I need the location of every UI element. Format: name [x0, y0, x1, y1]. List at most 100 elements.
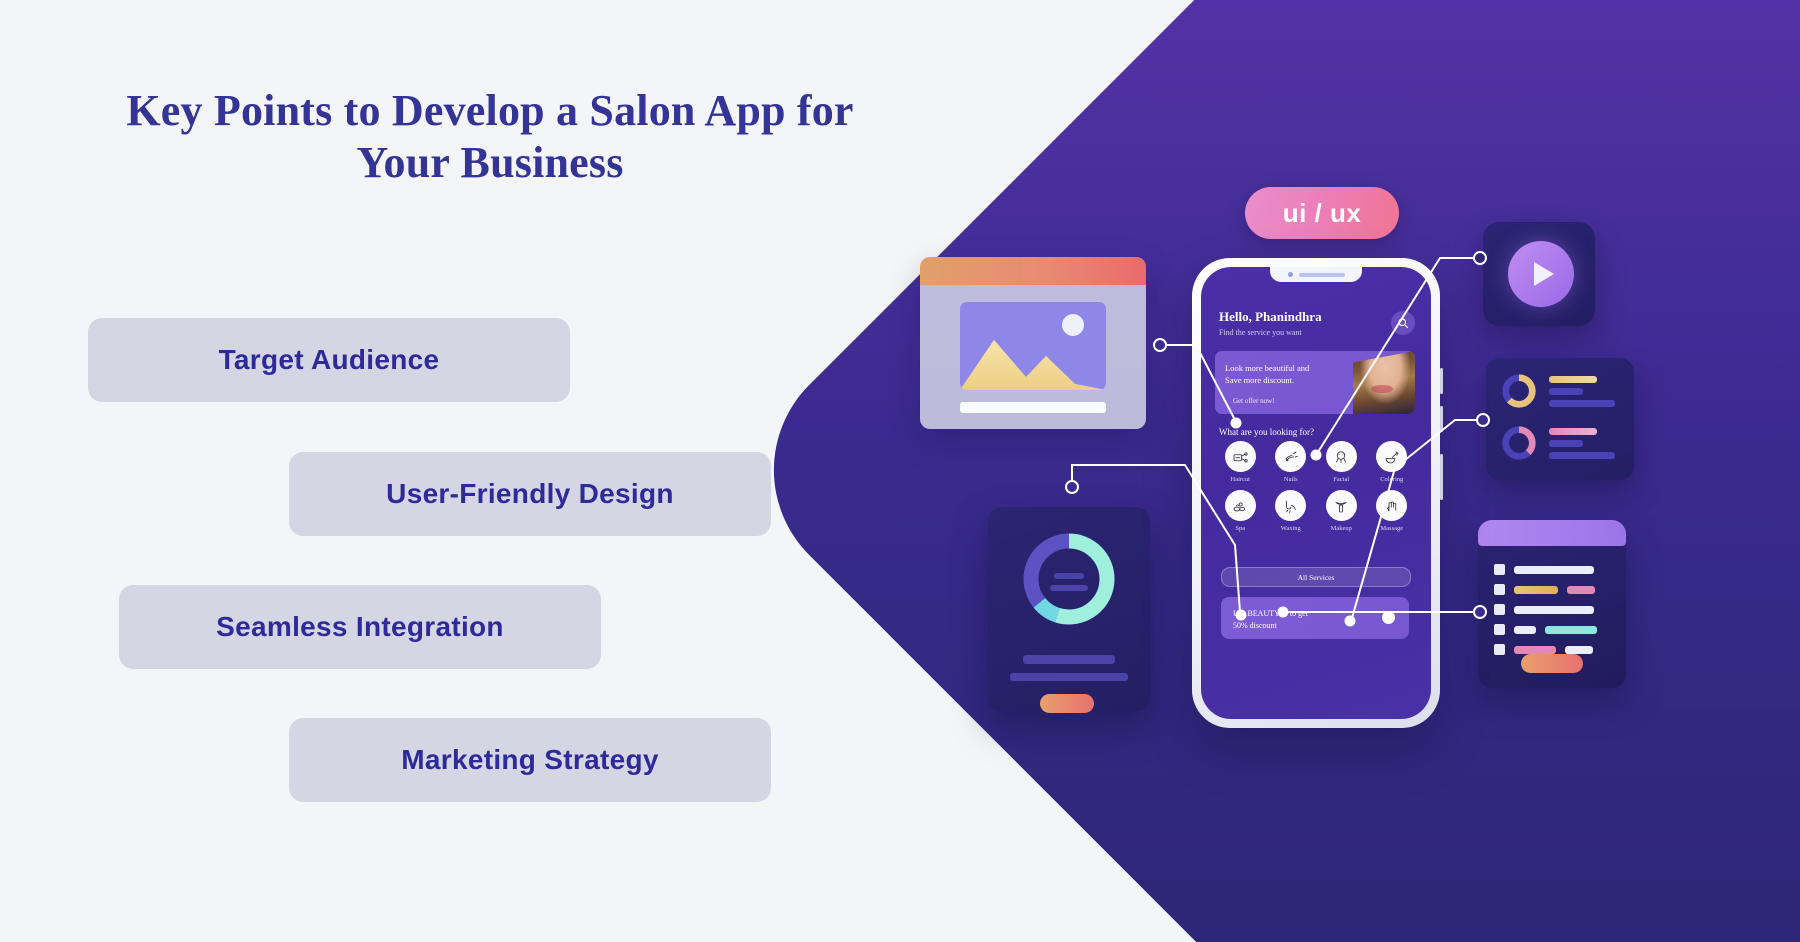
checkbox-icon[interactable]: [1494, 624, 1505, 635]
checkbox-icon[interactable]: [1494, 604, 1505, 615]
service-label: Nails: [1283, 476, 1298, 483]
promo-text: Use BEAUTY20 to get 50% discount: [1233, 608, 1308, 631]
service-item-spa[interactable]: Spa: [1215, 490, 1266, 532]
list-item[interactable]: [1494, 604, 1594, 615]
card-header-bar: [920, 257, 1146, 285]
greeting-block: Hello, Phanindhra Find the service you w…: [1219, 309, 1322, 337]
list-item[interactable]: [1494, 564, 1594, 575]
key-point-label: Seamless Integration: [216, 611, 504, 642]
all-services-button[interactable]: All Services: [1221, 567, 1411, 587]
search-icon[interactable]: [1391, 311, 1415, 335]
service-item-massage[interactable]: Massage: [1367, 490, 1418, 532]
text-bar: [1023, 655, 1115, 664]
key-point-target-audience[interactable]: Target Audience: [88, 318, 570, 402]
caption-bar: [960, 402, 1106, 413]
image-placeholder-icon: [960, 302, 1106, 390]
checkbox-icon[interactable]: [1494, 584, 1505, 595]
key-point-label: Marketing Strategy: [401, 744, 659, 775]
waxing-icon: [1275, 490, 1307, 521]
services-grid: Haircut Nails Facial Coloring Spa Waxing…: [1215, 441, 1417, 539]
spa-icon: [1224, 490, 1256, 521]
stats-bars: [1549, 375, 1615, 407]
service-item-waxing[interactable]: Waxing: [1266, 490, 1317, 532]
bar: [1514, 565, 1594, 574]
phone-volume-button[interactable]: [1440, 368, 1443, 394]
ui-ux-badge: ui / ux: [1245, 187, 1399, 239]
play-icon[interactable]: [1508, 241, 1574, 307]
promo-line-1: Use BEAUTY20 to get: [1233, 609, 1308, 618]
checkbox-icon[interactable]: [1494, 564, 1505, 575]
banner-text: Look more beautiful and Save more discou…: [1225, 362, 1309, 387]
bar: [1549, 451, 1615, 459]
service-item-facial[interactable]: Facial: [1316, 441, 1367, 483]
checklist-card: [1478, 520, 1626, 688]
bar: [1549, 439, 1583, 447]
camera-icon: [1287, 272, 1293, 277]
service-item-haircut[interactable]: Haircut: [1215, 441, 1266, 483]
nails-icon: [1275, 441, 1307, 472]
service-label: Haircut: [1230, 476, 1251, 483]
phone-screen: Hello, Phanindhra Find the service you w…: [1201, 267, 1431, 719]
bar: [1514, 605, 1594, 614]
banner-cta[interactable]: Get offer now!: [1233, 397, 1274, 405]
services-question: What are you looking for?: [1219, 427, 1314, 437]
bar: [1567, 585, 1595, 594]
discount-promo-card[interactable]: Use BEAUTY20 to get 50% discount: [1221, 597, 1409, 639]
key-point-user-friendly-design[interactable]: User-Friendly Design: [289, 452, 771, 536]
massage-icon: [1376, 490, 1408, 521]
promo-banner[interactable]: Look more beautiful and Save more discou…: [1215, 351, 1415, 414]
stats-row: [1500, 372, 1615, 410]
service-label: Coloring: [1380, 476, 1404, 483]
service-item-nails[interactable]: Nails: [1266, 441, 1317, 483]
list-item[interactable]: [1494, 624, 1597, 635]
makeup-icon: [1325, 490, 1357, 521]
text-bar: [1010, 673, 1128, 681]
play-triangle-icon: [1534, 262, 1554, 286]
video-play-card[interactable]: [1483, 222, 1595, 326]
stats-rings-card: [1486, 358, 1634, 480]
bar: [1549, 375, 1597, 383]
all-services-label: All Services: [1297, 572, 1335, 582]
donut-ring-icon: [1502, 426, 1536, 460]
donut-chart-icon: [1023, 533, 1115, 625]
key-point-marketing-strategy[interactable]: Marketing Strategy: [289, 718, 771, 802]
phone-notch: [1270, 267, 1362, 282]
ui-ux-badge-label: ui / ux: [1282, 197, 1362, 228]
infographic-canvas: Key Points to Develop a Salon App for Yo…: [0, 0, 1800, 942]
key-point-label: User-Friendly Design: [386, 478, 674, 509]
checkbox-icon[interactable]: [1494, 644, 1505, 655]
service-item-makeup[interactable]: Makeup: [1316, 490, 1367, 532]
service-label: Spa: [1235, 525, 1246, 532]
facial-icon: [1325, 441, 1357, 472]
donut-ring-icon: [1502, 374, 1536, 408]
service-label: Massage: [1380, 525, 1404, 532]
phone-mockup: Hello, Phanindhra Find the service you w…: [1192, 258, 1443, 728]
model-photo: [1353, 351, 1415, 414]
list-item[interactable]: [1494, 584, 1595, 595]
phone-power-button[interactable]: [1440, 454, 1443, 500]
service-item-coloring[interactable]: Coloring: [1367, 441, 1418, 483]
key-point-label: Target Audience: [218, 344, 440, 375]
greeting-subtitle: Find the service you want: [1219, 328, 1302, 337]
card-action-button[interactable]: [1521, 654, 1583, 673]
image-placeholder-card: [920, 257, 1146, 429]
stats-bars: [1549, 427, 1615, 459]
key-point-seamless-integration[interactable]: Seamless Integration: [119, 585, 601, 669]
mountain-icon: [960, 340, 1106, 390]
card-header-bar: [1478, 520, 1626, 546]
promo-line-2: 50% discount: [1233, 620, 1277, 630]
phone-volume-button[interactable]: [1440, 406, 1443, 432]
bar: [1549, 399, 1615, 407]
card-action-button[interactable]: [1040, 694, 1094, 713]
speaker-icon: [1298, 272, 1345, 277]
service-label: Waxing: [1280, 525, 1301, 532]
bar: [1514, 625, 1536, 634]
haircut-icon: [1224, 441, 1256, 472]
stats-row: [1500, 424, 1615, 462]
bar: [1549, 387, 1583, 395]
promo-dot-icon: [1382, 611, 1395, 624]
greeting-text: Hello, Phanindhra: [1219, 309, 1322, 324]
page-title: Key Points to Develop a Salon App for Yo…: [126, 86, 854, 187]
bar: [1545, 625, 1597, 634]
service-label: Makeup: [1330, 525, 1352, 532]
